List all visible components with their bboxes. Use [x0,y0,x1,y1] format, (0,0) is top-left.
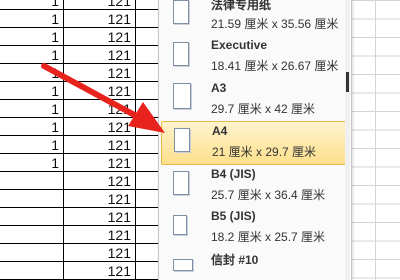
table-row: 1 121 [0,46,160,64]
table-row: 1 121 [0,118,160,136]
cell[interactable]: 1 [0,10,64,28]
cell[interactable] [136,226,160,244]
cell[interactable]: 121 [64,136,136,154]
menu-edge [345,0,350,280]
cell[interactable]: 1 [0,154,64,172]
cell[interactable] [0,208,64,226]
paper-size-option[interactable]: B5 (JIS) 18.2 厘米 x 25.7 厘米 [161,207,347,251]
cell[interactable]: 121 [64,262,136,280]
table-row: 121 [0,244,160,262]
cell[interactable]: 1 [0,64,64,82]
paper-size-name: 信封 #10 [211,253,259,267]
paper-size-dimensions: 21.59 厘米 x 35.56 厘米 [211,17,339,31]
paper-size-name: A3 [211,81,227,95]
cell[interactable] [0,226,64,244]
table-row: 1 121 [0,28,160,46]
cell[interactable] [0,172,64,190]
cell[interactable]: 121 [64,226,136,244]
paper-size-dimensions: 21 厘米 x 29.7 厘米 [212,145,317,159]
paper-size-option[interactable]: A3 29.7 厘米 x 42 厘米 [161,79,347,123]
paper-size-option[interactable]: B4 (JIS) 25.7 厘米 x 36.4 厘米 [161,165,347,209]
cell[interactable] [136,82,160,100]
table-row: 121 [0,190,160,208]
cell[interactable]: 121 [64,10,136,28]
cell[interactable]: 1 [0,28,64,46]
paper-size-option-a4-selected[interactable]: A4 21 厘米 x 29.7 厘米 [161,121,347,165]
paper-size-dimensions: 18.2 厘米 x 25.7 厘米 [211,230,326,244]
paper-size-name: B4 (JIS) [211,167,256,181]
page-icon [173,83,191,109]
cell[interactable] [136,244,160,262]
grid-column-line [375,0,376,280]
paper-size-dimensions: 18.41 厘米 x 26.67 厘米 [211,59,339,73]
cell[interactable]: 121 [64,82,136,100]
cell[interactable]: 1 [0,100,64,118]
cell[interactable] [136,136,160,154]
table-row: 1 121 [0,100,160,118]
paper-size-dropdown: 法律专用纸 21.59 厘米 x 35.56 厘米 Executive 18.4… [158,0,352,280]
paper-size-dimensions: 25.7 厘米 x 36.4 厘米 [211,188,326,202]
cell[interactable]: 121 [64,244,136,262]
cell[interactable]: 121 [64,172,136,190]
cell[interactable]: 121 [64,154,136,172]
table-row: 1 121 [0,64,160,82]
cell[interactable]: 121 [64,100,136,118]
cell[interactable] [136,0,160,10]
page-icon [173,0,189,24]
envelope-icon [173,259,193,271]
cell[interactable]: 121 [64,46,136,64]
page-icon [173,171,189,195]
cell[interactable] [136,190,160,208]
cursor-mark [346,72,349,92]
table-row: 1 121 [0,136,160,154]
cell[interactable] [136,64,160,82]
cell[interactable]: 1 [0,46,64,64]
page-icon [173,215,187,235]
cell[interactable] [136,10,160,28]
cell[interactable] [136,28,160,46]
paper-size-option[interactable]: 信封 #10 [161,249,347,280]
table-row: 121 [0,172,160,190]
cell[interactable] [0,262,64,280]
cell[interactable]: 1 [0,136,64,154]
cell[interactable]: 1 [0,0,64,10]
paper-size-name: B5 (JIS) [211,209,256,223]
cell[interactable]: 1 [0,118,64,136]
cell[interactable]: 121 [64,208,136,226]
cell[interactable] [136,262,160,280]
table-row: 121 [0,226,160,244]
table-row: 1 121 [0,82,160,100]
paper-size-name: A4 [212,124,228,138]
cell[interactable]: 121 [64,64,136,82]
page-icon [174,128,190,152]
table-row: 1 121 [0,0,160,10]
paper-size-option[interactable]: Executive 18.41 厘米 x 26.67 厘米 [161,36,347,80]
cell[interactable] [136,208,160,226]
cell[interactable]: 121 [64,190,136,208]
page-icon [173,42,189,66]
table-row: 121 [0,262,160,280]
table-row: 1 121 [0,10,160,28]
cell[interactable] [136,154,160,172]
cell[interactable] [136,46,160,64]
cell[interactable]: 1 [0,82,64,100]
paper-size-dimensions: 29.7 厘米 x 42 厘米 [211,102,316,116]
paper-size-name: 法律专用纸 [211,0,272,12]
paper-size-option[interactable]: 法律专用纸 21.59 厘米 x 35.56 厘米 [161,0,347,38]
cell[interactable]: 121 [64,0,136,10]
paper-size-name: Executive [211,38,268,52]
cell[interactable] [0,190,64,208]
cell[interactable] [136,100,160,118]
cell[interactable] [0,244,64,262]
cell[interactable] [136,172,160,190]
table-row: 121 [0,208,160,226]
cell[interactable]: 121 [64,28,136,46]
cell[interactable] [136,118,160,136]
cell[interactable]: 121 [64,118,136,136]
table-row: 1 121 [0,154,160,172]
